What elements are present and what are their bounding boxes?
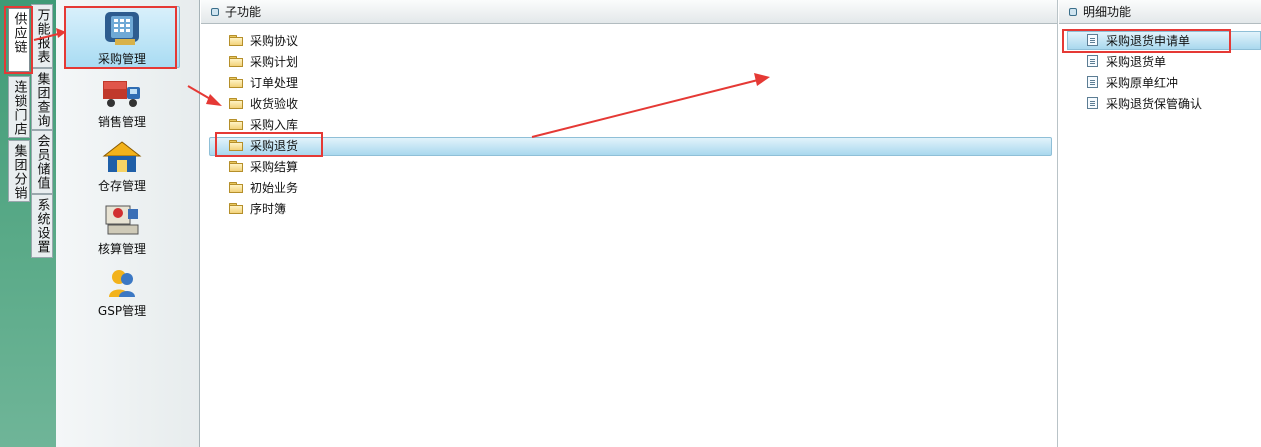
sub-function-header: 子功能 xyxy=(201,0,1057,24)
module-warehouse[interactable]: 仓存管理 xyxy=(64,140,180,202)
document-icon xyxy=(1087,55,1098,67)
document-icon xyxy=(1087,76,1098,88)
sub-item-purchase-settlement[interactable]: 采购结算 xyxy=(229,156,298,176)
sub-item-label: 收货验收 xyxy=(250,96,299,111)
tab-group-query[interactable]: 集团查询 xyxy=(31,68,53,130)
tab-chain-stores-label: 连锁门店 xyxy=(11,80,27,136)
folder-icon xyxy=(229,76,243,88)
detail-item-return-custody-confirm[interactable]: 采购退货保管确认 xyxy=(1087,93,1202,113)
detail-item-return-request[interactable]: 采购退货申请单 xyxy=(1087,30,1190,50)
tab-universal-reports-label: 万能报表 xyxy=(34,8,50,64)
document-icon xyxy=(1087,34,1098,46)
sub-item-label: 采购计划 xyxy=(250,54,299,69)
detail-item-red-reversal[interactable]: 采购原单红冲 xyxy=(1087,72,1178,92)
sub-item-purchase-return[interactable]: 采购退货 xyxy=(229,135,298,155)
module-accounting[interactable]: 核算管理 xyxy=(64,203,180,265)
module-purchase-label: 采购管理 xyxy=(97,52,146,66)
detail-function-panel: 明细功能 采购退货申请单 采购退货单 采购原单红冲 采购退货保管确认 xyxy=(1059,0,1261,447)
delivery-truck-icon xyxy=(103,81,140,107)
module-gsp[interactable]: GSP管理 xyxy=(64,267,180,329)
gsp-user-icon xyxy=(109,270,135,297)
tab-system-settings-label: 系统设置 xyxy=(34,198,50,254)
sub-item-initial-business[interactable]: 初始业务 xyxy=(229,177,298,197)
document-icon xyxy=(1087,97,1098,109)
sub-function-panel: 子功能 采购协议 采购计划 订单处理 收货验收 采购入库 采购退货 采购结算 初… xyxy=(201,0,1058,447)
purchase-phone-icon xyxy=(105,12,139,45)
sub-item-purchase-plan[interactable]: 采购计划 xyxy=(229,51,298,71)
sub-item-receiving-inspection[interactable]: 收货验收 xyxy=(229,93,298,113)
sub-item-label: 采购协议 xyxy=(250,33,299,48)
tab-group-distribution-label: 集团分销 xyxy=(11,144,27,200)
tab-member-stored-value-label: 会员储值 xyxy=(34,134,50,190)
folder-icon xyxy=(229,160,243,172)
sub-item-label: 采购结算 xyxy=(250,159,299,174)
tab-supply-chain[interactable]: 供应链 xyxy=(8,8,30,72)
sub-item-label: 采购入库 xyxy=(250,117,299,132)
open-folder-icon xyxy=(229,139,243,151)
detail-function-title: 明细功能 xyxy=(1083,5,1132,19)
warehouse-house-icon xyxy=(102,141,142,172)
module-gsp-label: GSP管理 xyxy=(97,304,147,318)
module-panel: 采购管理 销售管理 仓存管理 核算管理 GSP管理 xyxy=(56,0,200,447)
sub-item-label: 初始业务 xyxy=(250,180,299,195)
detail-item-label: 采购退货保管确认 xyxy=(1106,96,1203,111)
sub-item-label: 订单处理 xyxy=(250,75,299,90)
sub-item-purchase-inbound[interactable]: 采购入库 xyxy=(229,114,298,134)
folder-icon xyxy=(229,202,243,214)
square-bullet-icon xyxy=(211,7,219,16)
sub-item-label: 序时簿 xyxy=(250,201,287,216)
detail-function-header: 明细功能 xyxy=(1059,0,1261,24)
tab-group-query-label: 集团查询 xyxy=(34,72,50,128)
folder-icon xyxy=(229,181,243,193)
detail-item-label: 采购退货申请单 xyxy=(1106,33,1191,48)
tab-group-distribution[interactable]: 集团分销 xyxy=(8,140,30,202)
module-accounting-label: 核算管理 xyxy=(97,242,146,256)
folder-icon xyxy=(229,34,243,46)
sub-item-journal[interactable]: 序时簿 xyxy=(229,198,286,218)
detail-item-label: 采购退货单 xyxy=(1106,54,1167,69)
sub-function-title: 子功能 xyxy=(225,5,262,19)
tab-supply-chain-label: 供应链 xyxy=(11,12,27,54)
tab-chain-stores[interactable]: 连锁门店 xyxy=(8,76,30,138)
folder-icon xyxy=(229,55,243,67)
selected-row-highlight xyxy=(209,137,1052,156)
folder-icon xyxy=(229,97,243,109)
tab-member-stored-value[interactable]: 会员储值 xyxy=(31,130,53,194)
module-purchase[interactable]: 采购管理 xyxy=(64,6,180,68)
detail-item-label: 采购原单红冲 xyxy=(1106,75,1179,90)
detail-item-return-order[interactable]: 采购退货单 xyxy=(1087,51,1166,71)
module-sales-label: 销售管理 xyxy=(97,115,146,129)
tab-universal-reports[interactable]: 万能报表 xyxy=(31,4,53,68)
square-bullet-icon xyxy=(1069,7,1077,16)
accounting-computer-icon xyxy=(105,205,139,235)
module-warehouse-label: 仓存管理 xyxy=(97,179,146,193)
tab-system-settings[interactable]: 系统设置 xyxy=(31,194,53,258)
sub-item-order-processing[interactable]: 订单处理 xyxy=(229,72,298,92)
folder-icon xyxy=(229,118,243,130)
module-sales[interactable]: 销售管理 xyxy=(64,78,180,140)
sub-item-purchase-agreement[interactable]: 采购协议 xyxy=(229,30,298,50)
sub-item-label: 采购退货 xyxy=(250,138,299,153)
